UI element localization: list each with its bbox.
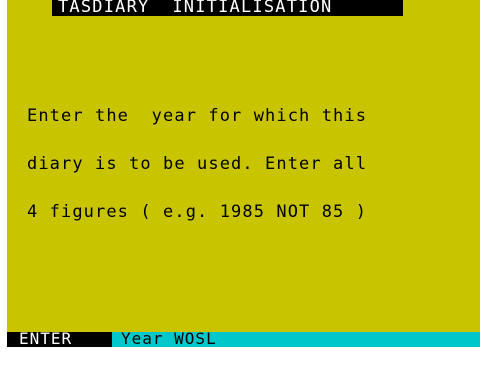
title-bar: TASDIARY INITIALISATION [52, 0, 403, 16]
diary-initialisation-screen: TASDIARY INITIALISATION Enter the year f… [7, 0, 480, 347]
instruction-line: 4 figures ( e.g. 1985 NOT 85 ) [27, 202, 368, 222]
screen-title: TASDIARY INITIALISATION [58, 0, 333, 17]
instruction-line: diary is to be used. Enter all [27, 154, 368, 174]
status-bar: ENTER Year WOSL [7, 329, 480, 348]
year-input-status[interactable]: Year WOSL [121, 331, 217, 347]
enter-key-badge[interactable]: ENTER [7, 329, 112, 348]
enter-key-label: ENTER [19, 329, 73, 348]
instruction-line: Enter the year for which this [27, 106, 368, 126]
instruction-message: Enter the year for which this diary is t… [27, 76, 477, 252]
